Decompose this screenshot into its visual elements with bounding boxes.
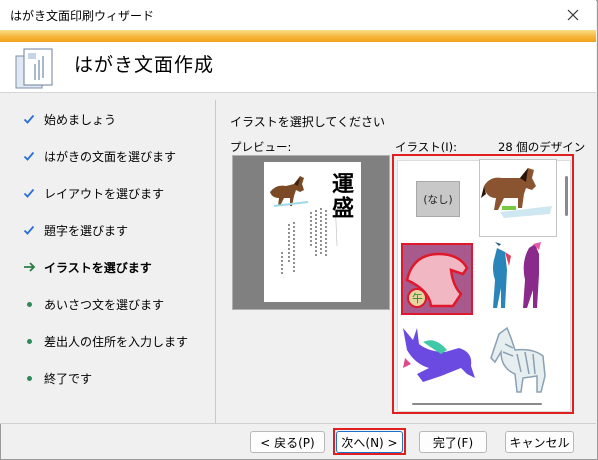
instruction-text: イラストを選択してください	[230, 115, 386, 129]
step-label: 終了です	[44, 371, 93, 386]
step-label: レイアウトを選びます	[44, 186, 165, 201]
bullet-icon	[22, 334, 36, 348]
finish-button[interactable]: 完了(F)	[419, 431, 487, 453]
back-button-label: < 戻る(P)	[260, 435, 315, 450]
step-label: はがきの文面を選びます	[44, 149, 177, 164]
check-icon	[22, 112, 36, 126]
step-item-sender-address: 差出人の住所を入力します	[22, 331, 188, 351]
design-count: 28 個のデザイン	[498, 140, 586, 154]
step-item-greeting: あいさつ文を選びます	[22, 294, 164, 314]
bullet-icon	[22, 371, 36, 385]
illustration-label: イラスト(I):	[395, 140, 458, 154]
arrow-right-icon	[22, 260, 36, 274]
title-bar: はがき文面印刷ウィザード	[0, 0, 596, 30]
finish-button-label: 完了(F)	[432, 435, 474, 450]
back-button[interactable]: < 戻る(P)	[250, 431, 325, 453]
postcard-preview: 運盛	[264, 162, 361, 302]
check-icon	[22, 223, 36, 237]
footer-divider	[0, 423, 596, 424]
step-item-layout: レイアウトを選びます	[22, 183, 164, 203]
step-item-start: 始めましょう	[22, 109, 116, 129]
check-icon	[22, 149, 36, 163]
pane-divider	[215, 100, 216, 423]
page-title: はがき文面作成	[74, 54, 215, 76]
check-icon	[22, 186, 36, 200]
step-item-finish: 終了です	[22, 368, 92, 388]
step-label: 差出人の住所を入力します	[44, 334, 189, 349]
step-item-title-text: 題字を選びます	[22, 220, 128, 240]
wizard-header: はがき文面作成	[0, 42, 596, 93]
step-label: あいさつ文を選びます	[44, 297, 165, 312]
bullet-icon	[22, 297, 36, 311]
preview-label: プレビュー:	[230, 140, 292, 154]
next-button-highlight	[333, 428, 406, 455]
illustration-list-highlight	[392, 154, 574, 414]
step-label: 題字を選びます	[44, 223, 129, 238]
cancel-button-label: キャンセル	[509, 435, 570, 450]
window-title: はがき文面印刷ウィザード	[10, 9, 155, 23]
postcard-icon	[12, 46, 56, 90]
cancel-button[interactable]: キャンセル	[505, 431, 574, 453]
step-label: 始めましょう	[44, 112, 117, 127]
step-item-choose-text: はがきの文面を選びます	[22, 146, 176, 166]
step-label: イラストを選びます	[44, 260, 152, 275]
close-icon[interactable]	[550, 0, 596, 30]
postcard-title: 運盛	[328, 172, 354, 220]
step-item-illustration: イラストを選びます	[22, 257, 152, 277]
accent-bar	[0, 30, 596, 42]
